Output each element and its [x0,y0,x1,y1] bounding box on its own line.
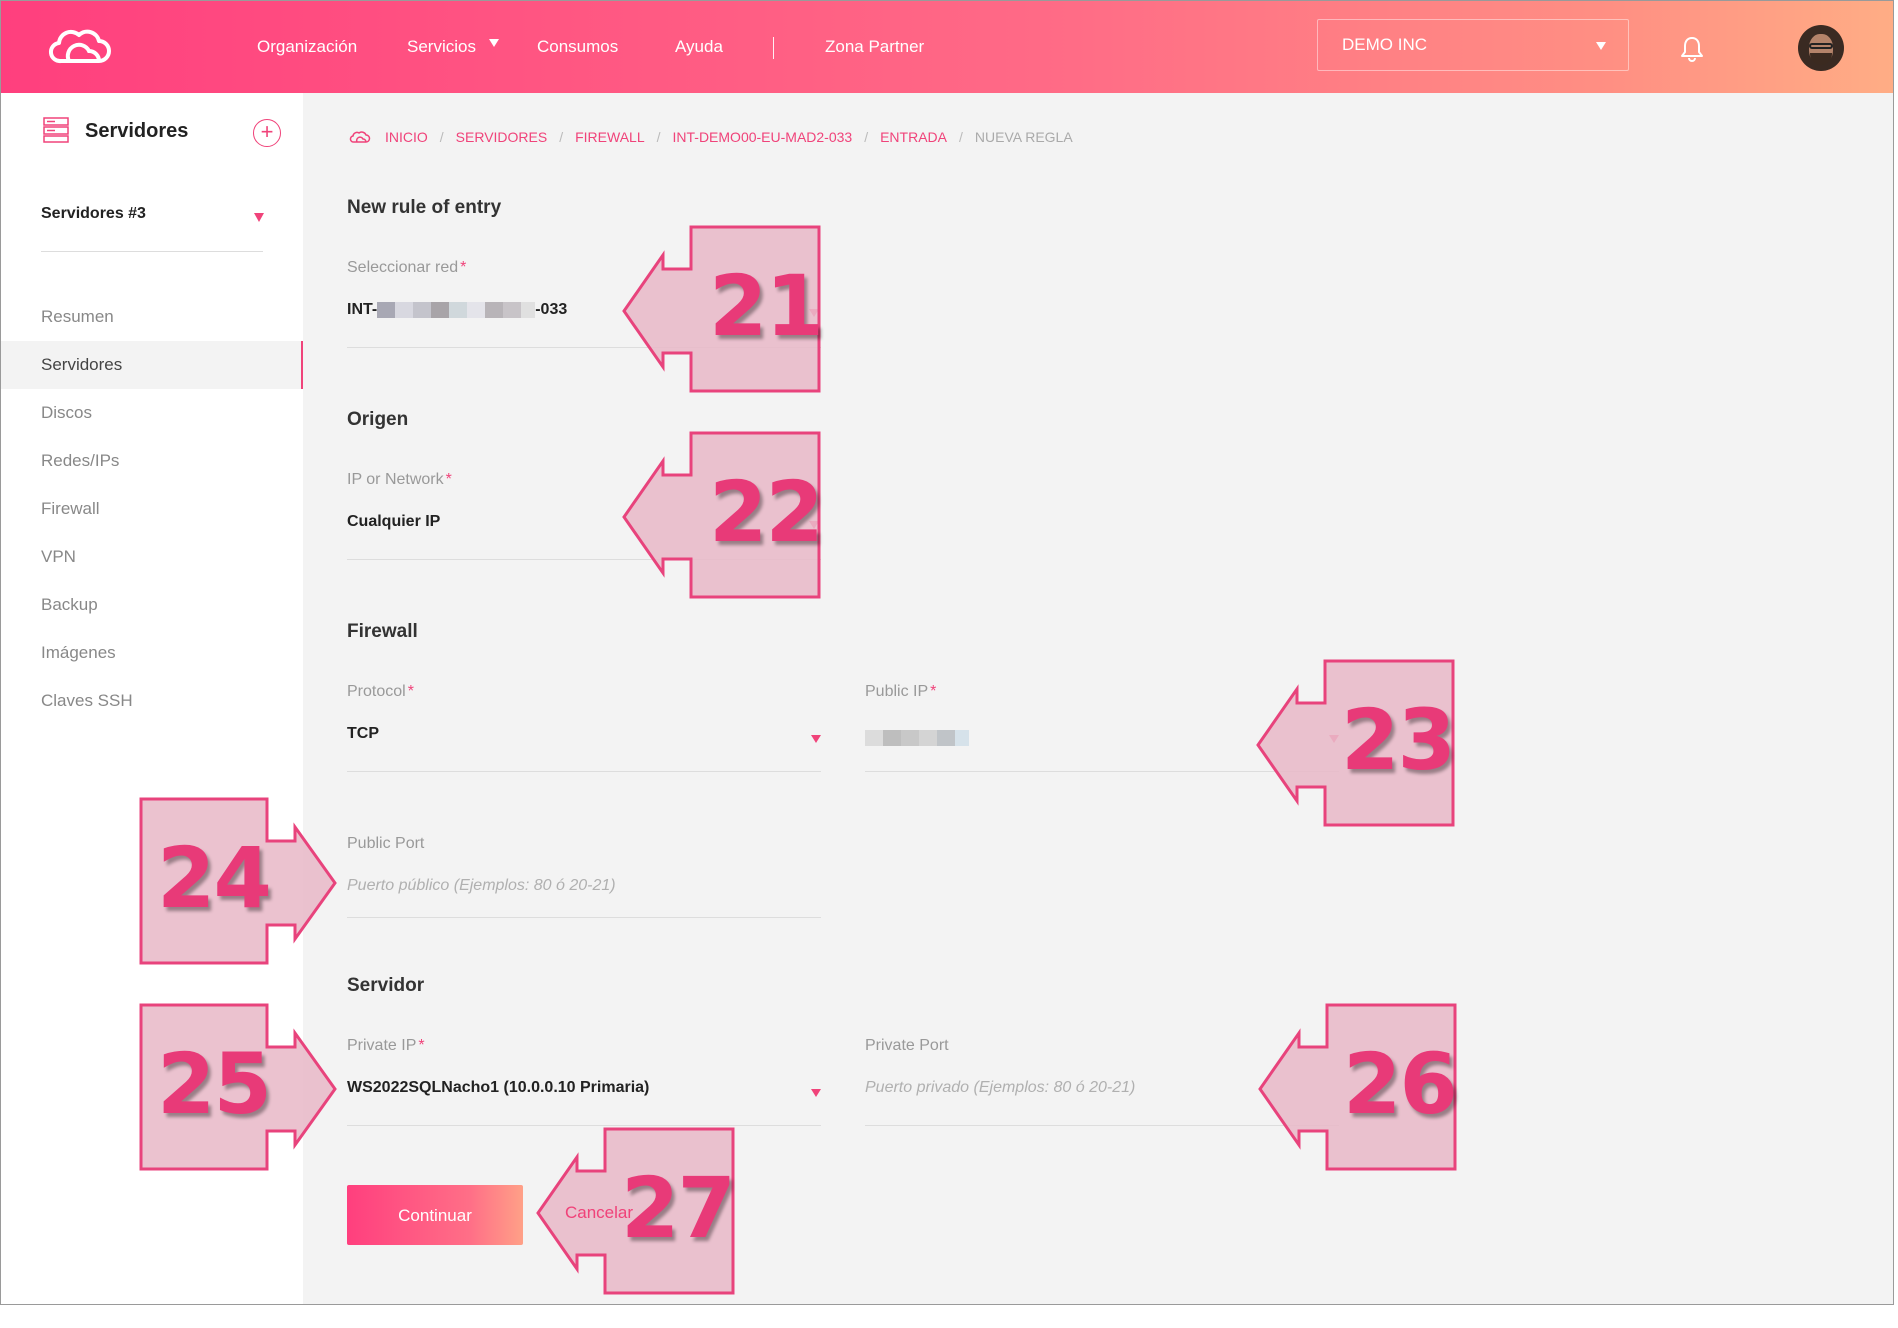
sidebar-title: Servidores [85,120,189,142]
network-select-value[interactable]: INT- -033 [347,301,567,319]
nav-ayuda[interactable]: Ayuda [675,37,723,57]
callout-number: 21 [709,257,824,355]
sidebar-item-resumen[interactable]: Resumen [1,293,303,341]
nav-servicios[interactable]: Servicios [407,37,476,57]
chevron-down-icon [1596,42,1606,50]
callout-26: 26 [1258,1003,1458,1171]
protocol-select-value[interactable]: TCP [347,725,379,743]
protocol-label: Protocol * [347,683,414,700]
server-icon [43,117,69,143]
public-port-input[interactable]: Puerto público (Ejemplos: 80 ó 20-21) [347,877,616,895]
user-avatar[interactable] [1798,25,1844,71]
callout-number: 25 [157,1035,272,1133]
origin-select-value[interactable]: Cualquier IP [347,513,440,531]
top-navigation-bar: Organización Servicios Consumos Ayuda Zo… [1,1,1893,93]
app-window: Organización Servicios Consumos Ayuda Zo… [0,0,1894,1305]
callout-22: 22 [622,431,824,599]
callout-27: Cancelar 27 [536,1127,736,1295]
breadcrumb-inicio[interactable]: INICIO [385,129,428,145]
public-ip-label: Public IP * [865,683,937,700]
sidebar-item-backup[interactable]: Backup [1,581,303,629]
origin-section-title: Origen [347,409,409,430]
private-port-input[interactable]: Puerto privado (Ejemplos: 80 ó 20-21) [865,1079,1135,1097]
organization-select[interactable]: DEMO INC [1317,19,1629,71]
sidebar-item-discos[interactable]: Discos [1,389,303,437]
main-content: INICIO / SERVIDORES / FIREWALL / INT-DEM… [303,93,1893,1304]
breadcrumb-current: NUEVA REGLA [974,129,1073,145]
sidebar-item-servidores[interactable]: Servidores [1,341,303,389]
network-label: Seleccionar red * [347,259,467,276]
sidebar-item-claves-ssh[interactable]: Claves SSH [1,677,303,725]
callout-24: 24 [139,797,339,965]
server-selector[interactable]: Servidores #3 [41,205,146,223]
organization-select-value: DEMO INC [1342,35,1427,54]
callout-25: 25 [139,1003,339,1171]
callout-number: 23 [1341,691,1456,789]
server-section-title: Servidor [347,975,425,996]
chevron-down-icon[interactable] [254,213,264,222]
public-port-label: Public Port [347,835,425,852]
private-ip-label: Private IP * [347,1037,425,1054]
continue-button[interactable]: Continuar [347,1185,523,1245]
callout-number: 22 [709,463,824,561]
cloud-home-icon[interactable] [349,130,371,144]
breadcrumb: INICIO / SERVIDORES / FIREWALL / INT-DEM… [349,129,1073,145]
callout-23: 23 [1256,659,1456,827]
nav-organizacion[interactable]: Organización [257,37,357,57]
callout-number: 24 [157,829,272,927]
sidebar-item-imagenes[interactable]: Imágenes [1,629,303,677]
form-title: New rule of entry [347,197,502,218]
private-ip-chevron-down-icon[interactable] [811,1089,821,1097]
protocol-chevron-down-icon[interactable] [811,735,821,743]
sidebar-item-redes-ips[interactable]: Redes/IPs [1,437,303,485]
nav-zona-partner[interactable]: Zona Partner [825,37,924,57]
private-ip-select-value[interactable]: WS2022SQLNacho1 (10.0.0.10 Primaria) [347,1079,649,1097]
sidebar-item-firewall[interactable]: Firewall [1,485,303,533]
callout-number: 27 [621,1159,736,1257]
add-server-plus-icon[interactable]: + [253,119,281,147]
callout-number: 26 [1343,1035,1458,1133]
nav-consumos[interactable]: Consumos [537,37,618,57]
divider [41,251,263,252]
nav-divider [773,37,774,59]
breadcrumb-entrada[interactable]: ENTRADA [880,129,947,145]
bell-notification-icon[interactable] [1679,35,1705,63]
breadcrumb-servidores[interactable]: SERVIDORES [456,129,548,145]
cloud-logo-icon[interactable] [47,27,113,65]
breadcrumb-server-name[interactable]: INT-DEMO00-EU-MAD2-033 [673,129,853,145]
private-port-label: Private Port [865,1037,949,1054]
callout-21: 21 [622,225,824,393]
sidebar-item-vpn[interactable]: VPN [1,533,303,581]
servicios-chevron-down-icon[interactable] [489,39,499,47]
public-ip-select-value[interactable] [865,729,969,747]
breadcrumb-firewall[interactable]: FIREWALL [575,129,645,145]
sidebar-menu: Resumen Servidores Discos Redes/IPs Fire… [1,293,303,725]
firewall-section-title: Firewall [347,621,418,642]
origin-label: IP or Network * [347,471,452,488]
